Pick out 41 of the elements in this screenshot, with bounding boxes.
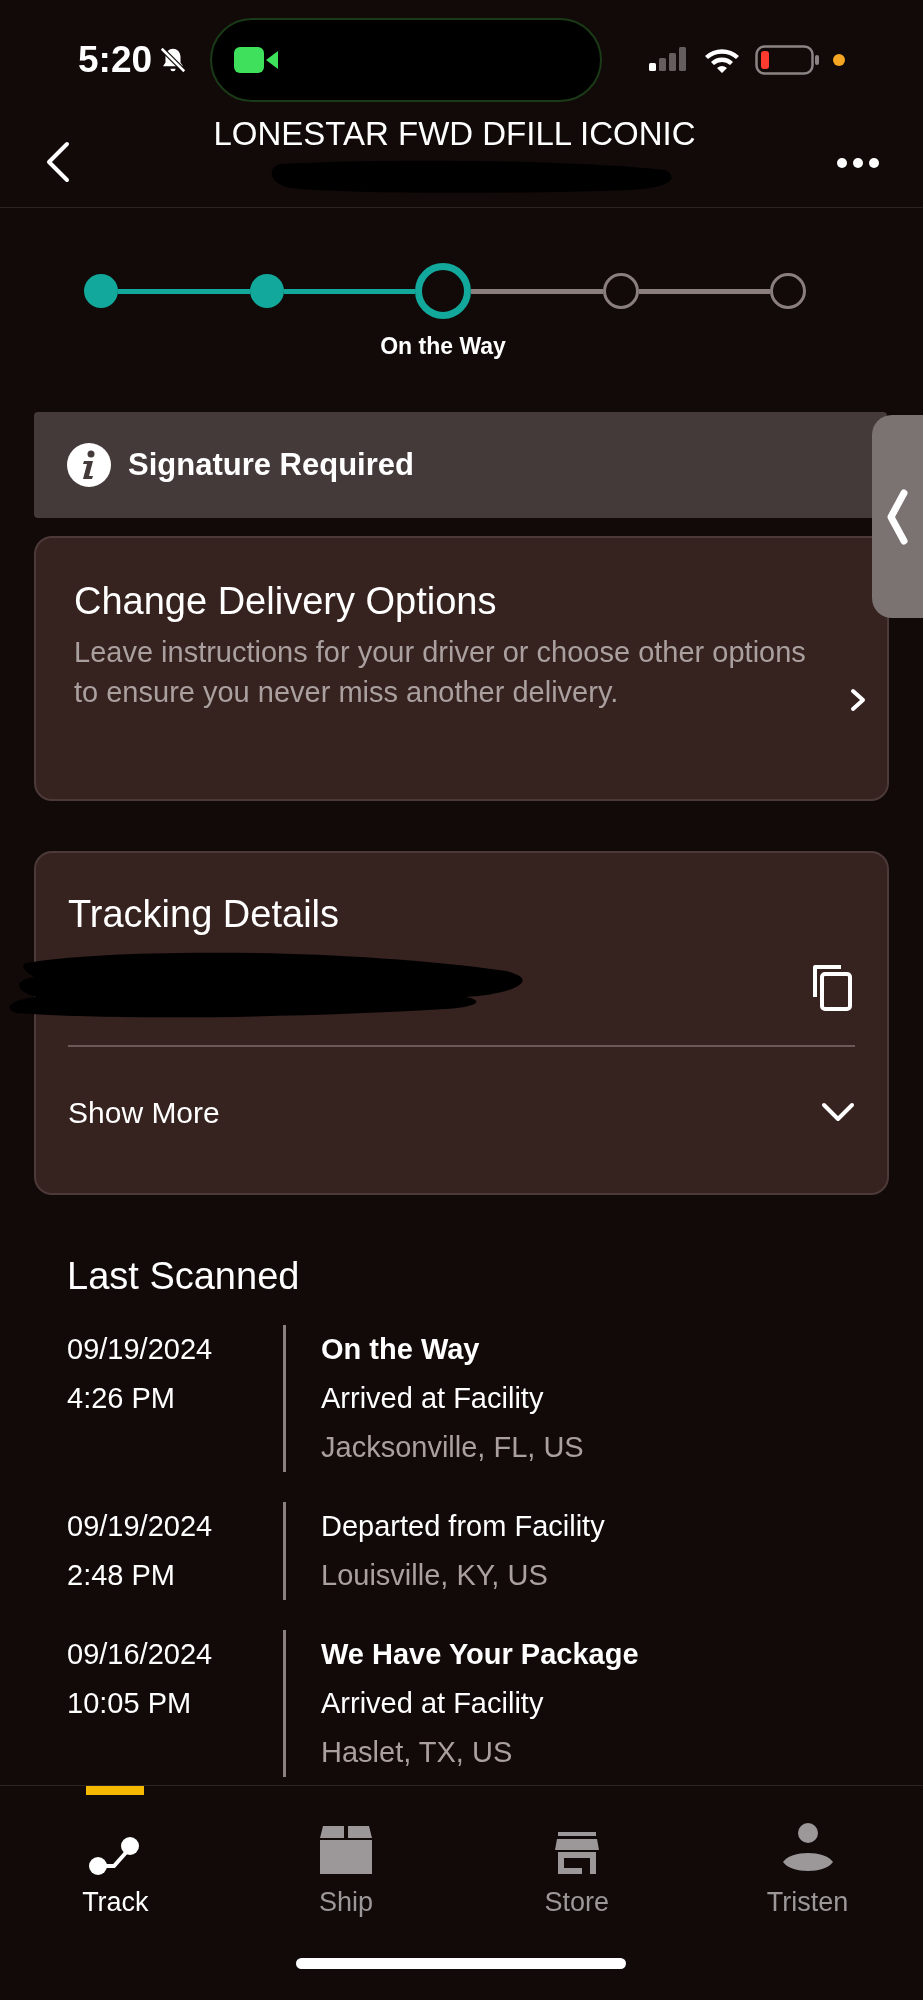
scan-status: On the Way [321, 1332, 481, 1367]
active-tab-indicator [86, 1786, 145, 1795]
scan-time: 2:48 PM [67, 1558, 176, 1593]
scan-time: 4:26 PM [67, 1381, 176, 1416]
card-title: Tracking Details [68, 892, 340, 937]
status-time: 5:20 [78, 38, 153, 83]
more-dots-icon [836, 157, 880, 169]
section-heading: Last Scanned [67, 1254, 301, 1299]
privacy-dot-icon [833, 54, 845, 66]
copy-icon [811, 963, 853, 1011]
card-title: Change Delivery Options [74, 579, 498, 624]
scan-description: Arrived at Facility [321, 1381, 545, 1416]
nav-tab[interactable]: Tristen [692, 1786, 923, 1926]
scan-date: 09/19/2024 [67, 1332, 214, 1367]
delivery-options-card[interactable]: Change Delivery Options Leave instructions for your driver or choose other options to ensure you never miss another delivery. [34, 536, 889, 801]
wifi-icon [703, 46, 741, 74]
notice-text: Signature Required [128, 445, 414, 484]
scan-description: Departed from Facility [321, 1509, 605, 1544]
chevron-right-icon [849, 688, 867, 712]
scan-date: 09/16/2024 [67, 1637, 214, 1672]
card-description: Leave instructions for your driver or choose other options to ensure you never miss another delivery. [74, 635, 807, 710]
video-camera-icon [234, 45, 281, 75]
show-more-toggle[interactable]: Show More [68, 1047, 855, 1177]
info-icon [66, 442, 112, 488]
scan-location: Haslet, TX, US [321, 1735, 514, 1770]
step-label: On the Way [380, 332, 506, 361]
side-panel-handle[interactable] [872, 415, 923, 618]
nav-tab[interactable]: Ship [230, 1786, 462, 1926]
nav-tab[interactable]: Store [461, 1786, 693, 1926]
scan-description: Arrived at Facility [321, 1686, 545, 1721]
scan-time: 10:05 PM [67, 1686, 193, 1721]
chevron-left-icon [886, 488, 908, 545]
nav-tab[interactable]: Track [0, 1786, 231, 1926]
back-chevron-icon [45, 141, 71, 183]
scan-location: Jacksonville, FL, US [321, 1430, 584, 1465]
page-title: LONESTAR FWD DFILL ICONIC [213, 114, 696, 154]
scan-status: We Have Your Package [321, 1637, 639, 1672]
scan-location: Louisville, KY, US [321, 1558, 549, 1593]
storefront-icon [553, 1830, 600, 1876]
scan-date: 09/19/2024 [67, 1509, 214, 1544]
battery-icon [755, 44, 821, 76]
